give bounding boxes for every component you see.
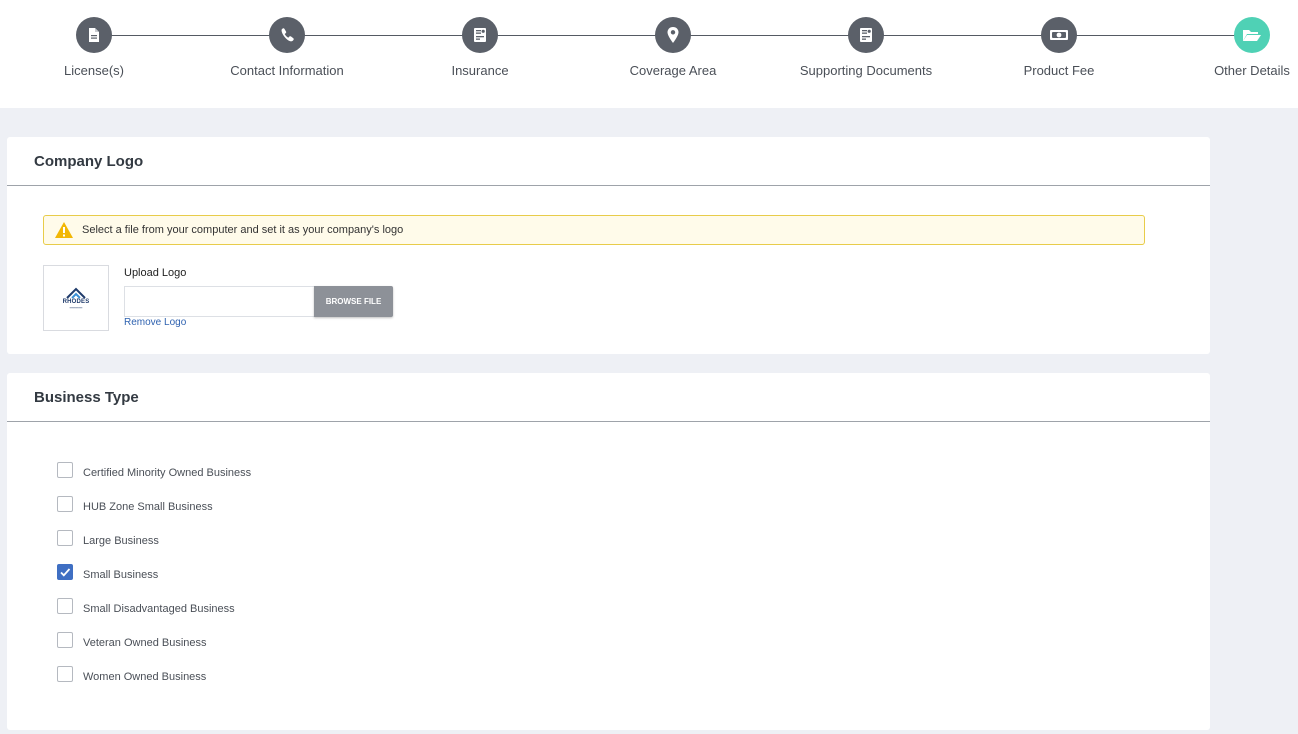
checkbox-checked[interactable] bbox=[57, 564, 73, 580]
business-type-options: Certified Minority Owned Business HUB Zo… bbox=[57, 456, 251, 694]
business-type-option[interactable]: Veteran Owned Business bbox=[57, 626, 251, 660]
logo-wordmark: RHODES bbox=[62, 298, 90, 305]
step-other-details[interactable]: Other Details bbox=[1172, 17, 1298, 78]
step-label: Insurance bbox=[451, 63, 509, 78]
upload-logo-label: Upload Logo bbox=[124, 267, 187, 279]
step-label: Contact Information bbox=[230, 63, 344, 78]
checkbox[interactable] bbox=[57, 462, 73, 478]
map-pin-icon bbox=[655, 17, 691, 53]
phone-icon bbox=[269, 17, 305, 53]
step-label: Supporting Documents bbox=[799, 63, 933, 78]
logo-info-alert: Select a file from your computer and set… bbox=[43, 215, 1145, 245]
step-insurance[interactable]: Insurance bbox=[400, 17, 560, 78]
checkbox[interactable] bbox=[57, 632, 73, 648]
business-type-option[interactable]: Small Disadvantaged Business bbox=[57, 592, 251, 626]
company-logo-card: Company Logo Select a file from your com… bbox=[7, 137, 1210, 354]
checkbox[interactable] bbox=[57, 530, 73, 546]
progress-stepper: License(s) Contact Information Insurance… bbox=[0, 0, 1298, 108]
step-contact-information[interactable]: Contact Information bbox=[207, 17, 367, 78]
house-logo-icon bbox=[66, 287, 86, 299]
business-type-option[interactable]: HUB Zone Small Business bbox=[57, 490, 251, 524]
alert-message: Select a file from your computer and set… bbox=[82, 224, 404, 236]
option-label: Certified Minority Owned Business bbox=[83, 467, 252, 479]
browse-file-button[interactable]: BROWSE FILE bbox=[314, 286, 393, 317]
document-icon bbox=[76, 17, 112, 53]
step-supporting-documents[interactable]: Supporting Documents bbox=[786, 17, 946, 78]
remove-logo-link[interactable]: Remove Logo bbox=[124, 317, 186, 328]
checkmark-icon bbox=[60, 568, 71, 577]
step-product-fee[interactable]: Product Fee bbox=[979, 17, 1139, 78]
step-licenses[interactable]: License(s) bbox=[14, 17, 174, 78]
option-label: Veteran Owned Business bbox=[83, 637, 207, 649]
step-label: Coverage Area bbox=[629, 63, 717, 78]
business-type-option[interactable]: Large Business bbox=[57, 524, 251, 558]
option-label: Small Business bbox=[83, 569, 159, 581]
business-type-option[interactable]: Women Owned Business bbox=[57, 660, 251, 694]
checkbox[interactable] bbox=[57, 496, 73, 512]
warning-icon bbox=[54, 221, 74, 239]
logo-tagline: ━━━━━━━ bbox=[69, 305, 83, 310]
business-type-option[interactable]: Certified Minority Owned Business bbox=[57, 456, 251, 490]
business-type-title: Business Type bbox=[7, 373, 1210, 422]
step-coverage-area[interactable]: Coverage Area bbox=[593, 17, 753, 78]
step-label: Product Fee bbox=[1023, 63, 1095, 78]
insurance-card-icon bbox=[462, 17, 498, 53]
documents-icon bbox=[848, 17, 884, 53]
company-logo-title: Company Logo bbox=[7, 137, 1210, 186]
company-logo-image: RHODES ━━━━━━━ bbox=[63, 287, 90, 310]
business-type-card: Business Type Certified Minority Owned B… bbox=[7, 373, 1210, 730]
business-type-option[interactable]: Small Business bbox=[57, 558, 251, 592]
step-label: License(s) bbox=[64, 63, 124, 78]
money-icon bbox=[1041, 17, 1077, 53]
company-logo-preview: RHODES ━━━━━━━ bbox=[43, 265, 109, 331]
checkbox[interactable] bbox=[57, 666, 73, 682]
step-label: Other Details bbox=[1214, 63, 1290, 78]
option-label: Large Business bbox=[83, 535, 159, 547]
checkbox[interactable] bbox=[57, 598, 73, 614]
folder-open-icon bbox=[1234, 17, 1270, 53]
option-label: HUB Zone Small Business bbox=[83, 501, 213, 513]
option-label: Women Owned Business bbox=[83, 671, 207, 683]
logo-file-input[interactable] bbox=[124, 286, 316, 317]
option-label: Small Disadvantaged Business bbox=[83, 603, 235, 615]
